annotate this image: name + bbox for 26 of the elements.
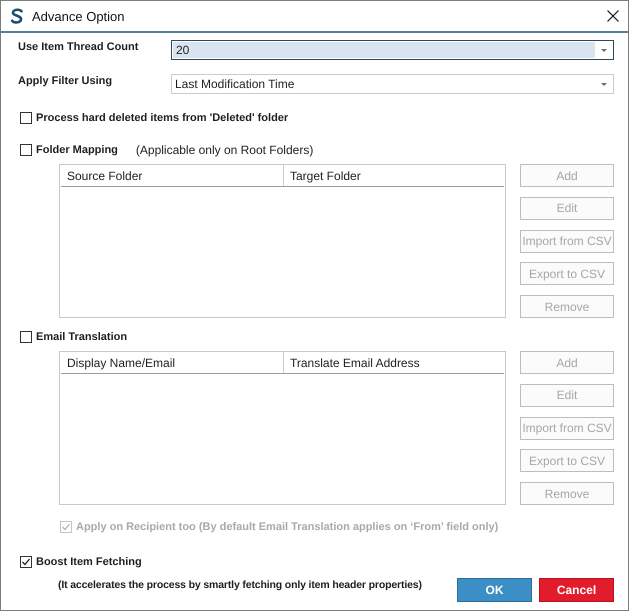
dropdown-arrow-icon [601,48,607,52]
hint-text: (It accelerates the process by smartly fetching only item header properties) [58,578,423,592]
checkbox[interactable] [20,556,32,568]
window-title: Advance Option [32,8,125,24]
checkbox-label: Apply on Recipient too (By default Email Translation applies on ‘From’ field only) [76,521,498,533]
field-label: Use Item Thread Count [18,41,140,53]
dropdown-field[interactable]: Last Modification Time [171,74,614,94]
column-header[interactable]: Target Folder [284,165,504,186]
app-logo-icon [10,8,24,24]
checkbox-label: Email Translation [36,331,128,343]
checkbox-label: Boost Item Fetching [36,556,142,568]
column-header[interactable]: Source Folder [61,165,284,186]
dropdown-arrow-icon [601,82,607,86]
checkbox[interactable] [20,112,32,124]
checkbox-label: Process hard deleted items from 'Deleted' folder [36,112,288,124]
column-header[interactable]: Display Name/Email [61,352,284,373]
cancel-button[interactable]: Cancel [539,578,614,602]
ok-button[interactable]: OK [457,578,532,602]
checkbox[interactable] [20,331,32,343]
close-icon [607,10,619,22]
checkbox-label: Folder Mapping [36,144,118,156]
column-header[interactable]: Translate Email Address [284,352,504,373]
dropdown-field[interactable]: 20 [171,40,614,60]
hint-text: (Applicable only on Root Folders) [136,143,314,157]
field-label: Apply Filter Using [18,75,114,87]
checkbox[interactable] [20,144,32,156]
